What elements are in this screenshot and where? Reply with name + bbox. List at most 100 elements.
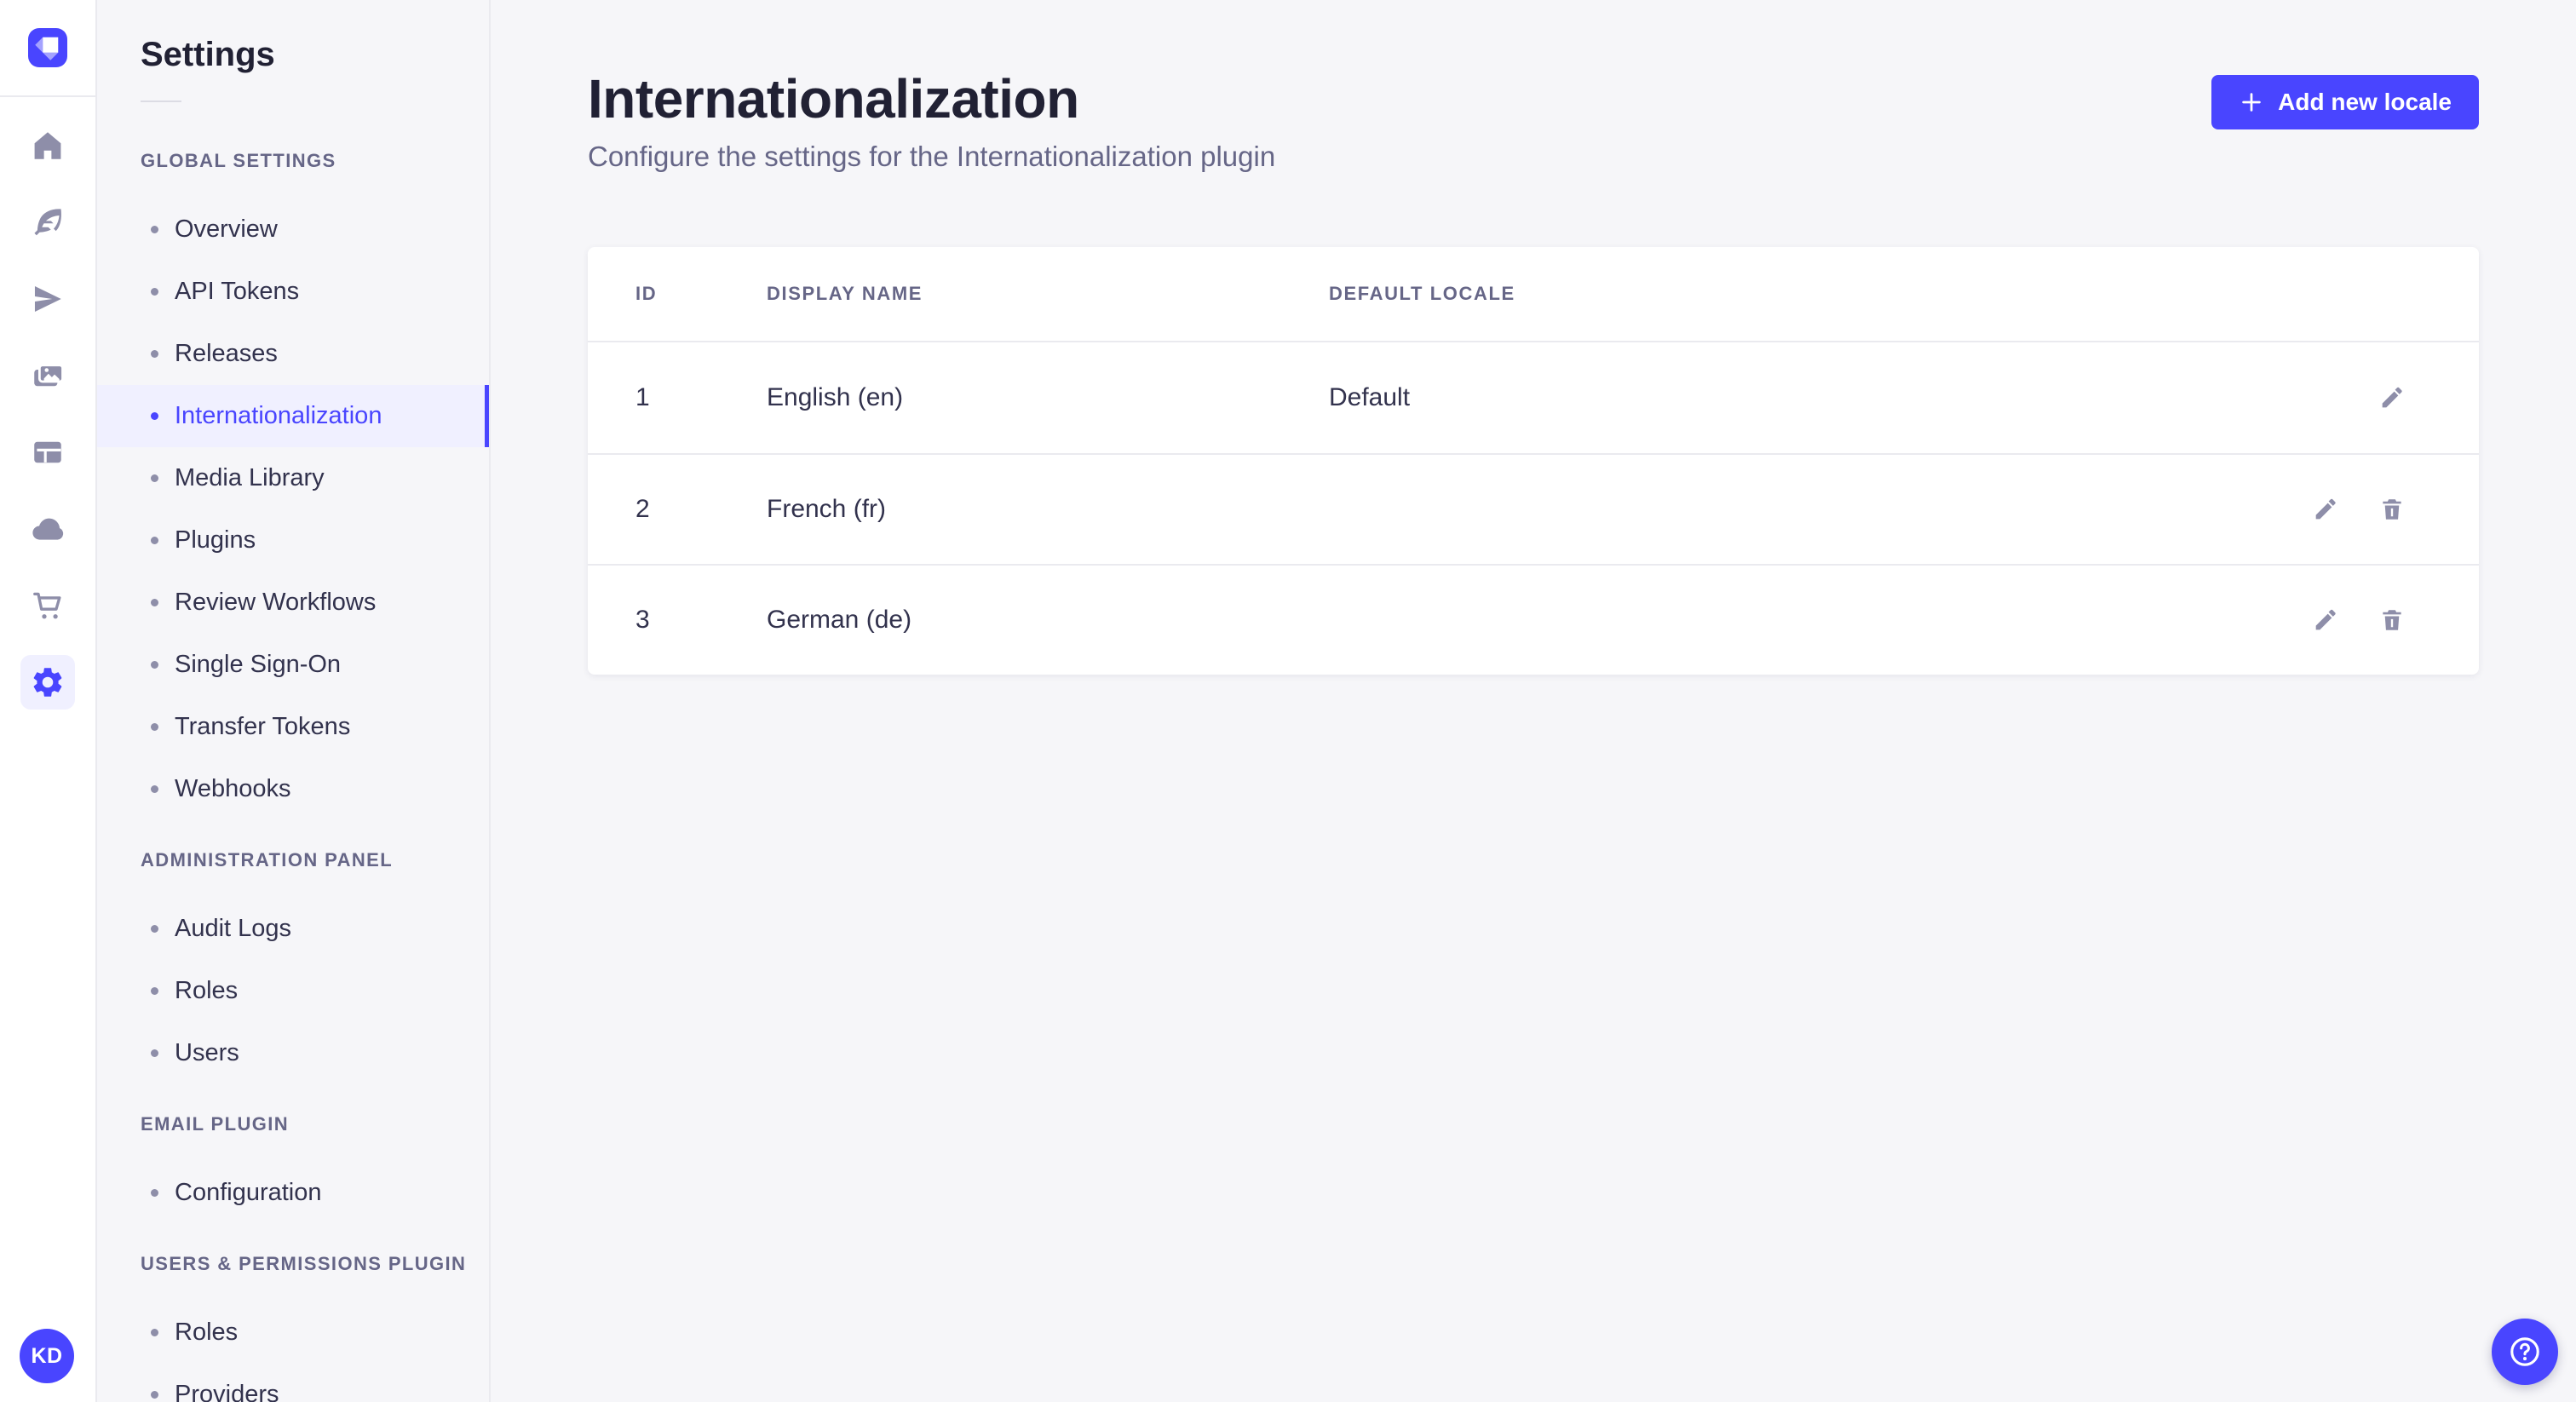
bullet-icon bbox=[151, 412, 158, 420]
section-label-email-plugin: EMAIL PLUGIN bbox=[141, 1113, 489, 1137]
rail-item-marketplace[interactable] bbox=[0, 567, 95, 644]
pencil-icon bbox=[2312, 606, 2341, 634]
strapi-logo[interactable] bbox=[28, 28, 67, 67]
sidebar-item-review-workflows[interactable]: Review Workflows bbox=[97, 572, 489, 634]
bullet-icon bbox=[151, 661, 158, 669]
section-label-administration-panel: ADMINISTRATION PANEL bbox=[141, 849, 489, 873]
pencil-icon bbox=[2378, 384, 2407, 411]
rail-item-media[interactable] bbox=[0, 337, 95, 414]
bullet-icon bbox=[151, 474, 158, 482]
sidebar-item-roles[interactable]: Roles bbox=[97, 1301, 489, 1364]
help-button[interactable] bbox=[2492, 1319, 2558, 1385]
sidebar-item-label: Users bbox=[175, 1039, 239, 1067]
table-row[interactable]: 2French (fr) bbox=[588, 453, 2479, 564]
page-title: Internationalization bbox=[588, 68, 2479, 129]
plus-icon bbox=[2239, 89, 2264, 115]
trash-icon bbox=[2378, 606, 2407, 634]
sidebar-item-label: Internationalization bbox=[175, 402, 382, 430]
images-icon bbox=[20, 348, 75, 403]
sidebar-item-internationalization[interactable]: Internationalization bbox=[97, 385, 489, 447]
delete-locale-button[interactable] bbox=[2378, 606, 2407, 635]
sidebar-item-roles[interactable]: Roles bbox=[97, 960, 489, 1022]
edit-locale-button[interactable] bbox=[2312, 495, 2341, 524]
sidebar-item-label: Overview bbox=[175, 215, 278, 244]
bullet-icon bbox=[151, 785, 158, 793]
add-new-locale-label: Add new locale bbox=[2278, 89, 2452, 116]
sidebar-item-label: Plugins bbox=[175, 526, 256, 554]
table-header-row: ID DISPLAY NAME DEFAULT LOCALE bbox=[588, 247, 2479, 342]
row-actions bbox=[2312, 606, 2407, 635]
page-subtitle: Configure the settings for the Internati… bbox=[588, 140, 2479, 174]
sidebar-item-plugins[interactable]: Plugins bbox=[97, 509, 489, 572]
row-actions bbox=[2378, 383, 2407, 412]
bullet-icon bbox=[151, 1049, 158, 1057]
sidebar-item-label: Configuration bbox=[175, 1179, 322, 1207]
sidebar-item-label: Review Workflows bbox=[175, 589, 376, 617]
avatar[interactable]: KD bbox=[20, 1329, 74, 1383]
sidebar-item-audit-logs[interactable]: Audit Logs bbox=[97, 898, 489, 960]
locale-name-cell: German (de) bbox=[767, 606, 1329, 635]
locale-id-cell: 2 bbox=[635, 495, 767, 524]
default-locale-cell: Default bbox=[1329, 383, 2126, 412]
add-new-locale-button[interactable]: Add new locale bbox=[2211, 75, 2479, 129]
gear-icon bbox=[20, 655, 75, 710]
subnav-header: Settings bbox=[97, 0, 489, 102]
table-row[interactable]: 3German (de) bbox=[588, 564, 2479, 675]
bullet-icon bbox=[151, 1391, 158, 1399]
rail-item-settings[interactable] bbox=[0, 644, 95, 721]
sidebar-item-overview[interactable]: Overview bbox=[97, 198, 489, 261]
main-nav-rail: KD bbox=[0, 0, 97, 1402]
sidebar-item-media-library[interactable]: Media Library bbox=[97, 447, 489, 509]
subnav-sections: GLOBAL SETTINGS Overview API Tokens Release… bbox=[97, 150, 489, 1402]
edit-locale-button[interactable] bbox=[2378, 383, 2407, 412]
section-label-global-settings: GLOBAL SETTINGS bbox=[141, 150, 489, 174]
cloud-icon bbox=[20, 502, 75, 556]
rail-item-cloud[interactable] bbox=[0, 491, 95, 567]
sidebar-item-transfer-tokens[interactable]: Transfer Tokens bbox=[97, 696, 489, 758]
bullet-icon bbox=[151, 987, 158, 995]
locale-name-cell: French (fr) bbox=[767, 495, 1329, 524]
trash-icon bbox=[2378, 496, 2407, 523]
sidebar-item-webhooks[interactable]: Webhooks bbox=[97, 758, 489, 820]
sidebar-item-api-tokens[interactable]: API Tokens bbox=[97, 261, 489, 323]
table-row[interactable]: 1English (en)Default bbox=[588, 342, 2479, 453]
sidebar-item-users[interactable]: Users bbox=[97, 1022, 489, 1084]
pencil-icon bbox=[2312, 496, 2341, 523]
sidebar-item-providers[interactable]: Providers bbox=[97, 1364, 489, 1402]
rail-item-home[interactable] bbox=[0, 107, 95, 184]
sidebar-item-label: API Tokens bbox=[175, 278, 299, 306]
sidebar-item-label: Media Library bbox=[175, 464, 325, 492]
layout-icon bbox=[20, 425, 75, 480]
locale-id-cell: 3 bbox=[635, 606, 767, 635]
bullet-icon bbox=[151, 288, 158, 296]
subnav-title: Settings bbox=[141, 34, 489, 75]
sidebar-item-single-sign-on[interactable]: Single Sign-On bbox=[97, 634, 489, 696]
edit-locale-button[interactable] bbox=[2312, 606, 2341, 635]
locale-id-cell: 1 bbox=[635, 383, 767, 412]
rail-item-content-feather[interactable] bbox=[0, 184, 95, 261]
rail-nav bbox=[0, 97, 95, 721]
sidebar-item-configuration[interactable]: Configuration bbox=[97, 1162, 489, 1224]
page-header: Internationalization Configure the setti… bbox=[491, 0, 2576, 174]
settings-subnav: Settings GLOBAL SETTINGS Overview API Toke… bbox=[97, 0, 491, 1402]
sidebar-item-label: Audit Logs bbox=[175, 915, 291, 943]
strapi-logo-icon bbox=[28, 28, 67, 67]
column-header-default-locale: DEFAULT LOCALE bbox=[1329, 283, 2126, 305]
paper-plane-icon bbox=[20, 272, 75, 326]
sidebar-item-label: Roles bbox=[175, 1319, 238, 1347]
bullet-icon bbox=[151, 537, 158, 544]
rail-item-send[interactable] bbox=[0, 261, 95, 337]
sidebar-item-releases[interactable]: Releases bbox=[97, 323, 489, 385]
sidebar-item-label: Roles bbox=[175, 977, 238, 1005]
delete-locale-button[interactable] bbox=[2378, 495, 2407, 524]
locales-table-card: ID DISPLAY NAME DEFAULT LOCALE 1English … bbox=[588, 247, 2479, 675]
column-header-id: ID bbox=[635, 283, 767, 305]
bullet-icon bbox=[151, 599, 158, 606]
rail-item-layout[interactable] bbox=[0, 414, 95, 491]
column-header-display-name: DISPLAY NAME bbox=[767, 283, 1329, 305]
bullet-icon bbox=[151, 226, 158, 233]
rail-header bbox=[0, 0, 95, 97]
feather-icon bbox=[20, 195, 75, 250]
sidebar-item-label: Transfer Tokens bbox=[175, 713, 350, 741]
cart-icon bbox=[20, 578, 75, 633]
